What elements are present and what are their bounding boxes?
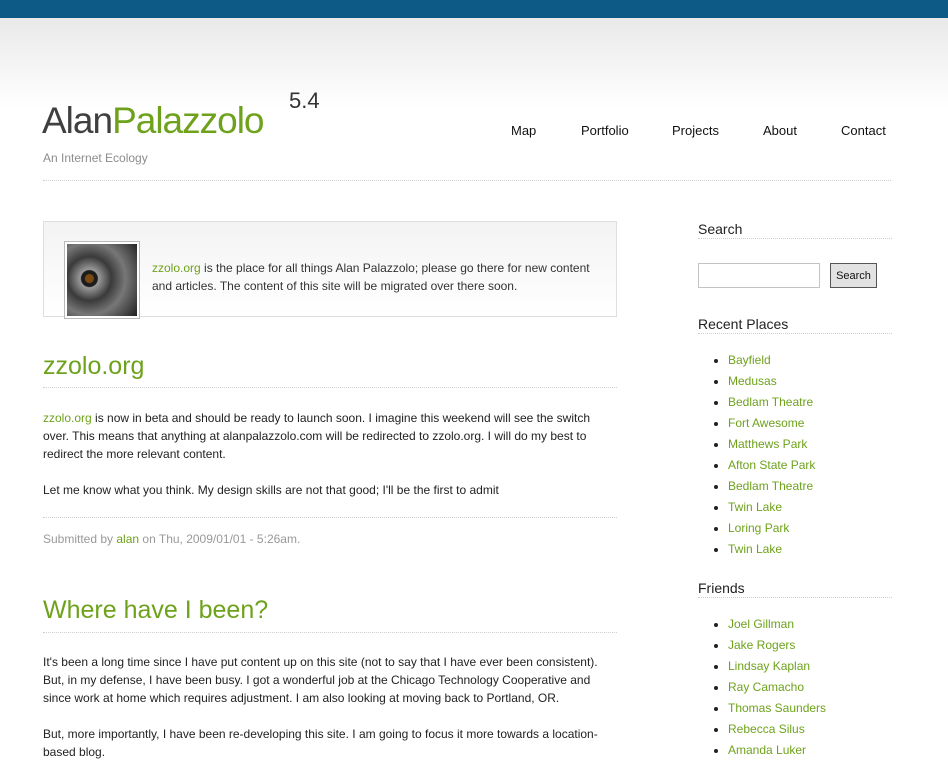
site-title[interactable]: AlanPalazzolo: [42, 100, 265, 142]
header-divider: [43, 180, 891, 181]
post-title-divider: [43, 632, 617, 633]
friends-heading: Friends: [698, 580, 745, 596]
recent-place-item: Loring Park: [713, 518, 815, 539]
recent-place-item-link[interactable]: Twin Lake: [728, 542, 782, 556]
friend-item: Ray Camacho: [713, 677, 826, 698]
recent-place-item: Bedlam Theatre: [713, 392, 815, 413]
friend-item: Thomas Saunders: [713, 698, 826, 719]
search-button[interactable]: Search: [830, 263, 877, 288]
site-version: 5.4: [289, 88, 320, 113]
recent-place-item-link[interactable]: Twin Lake: [728, 500, 782, 514]
friend-item-link[interactable]: Ray Camacho: [728, 680, 804, 694]
post-divider: [43, 517, 617, 518]
friend-item-link[interactable]: Jake Rogers: [728, 638, 795, 652]
friend-item: Amanda Luker: [713, 740, 826, 761]
friend-item-link[interactable]: Thomas Saunders: [728, 701, 826, 715]
friend-item: Jake Rogers: [713, 635, 826, 656]
recent-place-item-link[interactable]: Loring Park: [728, 521, 789, 535]
friend-item: Joel Gillman: [713, 614, 826, 635]
nav-contact[interactable]: Contact: [841, 123, 886, 138]
post-meta: Submitted by alan on Thu, 2009/01/01 - 5…: [43, 532, 301, 546]
recent-place-item: Twin Lake: [713, 497, 815, 518]
friend-item: Rebecca Silus: [713, 719, 826, 740]
intro-box: zzolo.org is the place for all things Al…: [43, 221, 617, 319]
recent-place-item-link[interactable]: Bedlam Theatre: [728, 395, 813, 409]
recent-place-item: Medusas: [713, 371, 815, 392]
friends-divider: [698, 597, 892, 598]
recent-place-item-link[interactable]: Fort Awesome: [728, 416, 804, 430]
site-tagline: An Internet Ecology: [43, 151, 148, 165]
recent-place-item: Matthews Park: [713, 434, 815, 455]
nav-map[interactable]: Map: [511, 123, 536, 138]
post-paragraph: It's been a long time since I have put c…: [43, 655, 598, 705]
post-title-divider: [43, 387, 617, 388]
search-heading-divider: [698, 238, 892, 239]
intro-link[interactable]: zzolo.org: [152, 261, 201, 275]
friend-item-link[interactable]: Amanda Luker: [728, 743, 806, 757]
recent-place-item: Twin Lake: [713, 539, 815, 560]
recent-place-item-link[interactable]: Medusas: [728, 374, 777, 388]
recent-place-item: Bedlam Theatre: [713, 476, 815, 497]
site-title-first: Alan: [42, 100, 113, 141]
post-title[interactable]: Where have I been?: [43, 596, 268, 625]
nav-about[interactable]: About: [763, 123, 797, 138]
friends-list: Joel Gillman Jake Rogers Lindsay Kaplan Ray…: [713, 614, 826, 761]
post-title[interactable]: zzolo.org: [43, 352, 144, 381]
recent-places-list: Bayfield Medusas Bedlam Theatre Fort Awesom…: [713, 350, 815, 560]
search-heading: Search: [698, 221, 743, 237]
recent-places-heading: Recent Places: [698, 316, 789, 332]
intro-text: zzolo.org is the place for all things Al…: [152, 261, 590, 293]
friend-item-link[interactable]: Rebecca Silus: [728, 722, 805, 736]
post-paragraph: Let me know what you think. My design sk…: [43, 483, 499, 497]
author-link[interactable]: alan: [116, 532, 139, 546]
top-bar: [0, 0, 948, 18]
friend-item-link[interactable]: Lindsay Kaplan: [728, 659, 810, 673]
post-paragraph: zzolo.org is now in beta and should be r…: [43, 411, 590, 461]
recent-place-item: Afton State Park: [713, 455, 815, 476]
header-background: [0, 18, 948, 108]
recent-place-item: Bayfield: [713, 350, 815, 371]
search-input[interactable]: [698, 263, 820, 288]
post-paragraph: But, more importantly, I have been re-de…: [43, 727, 598, 759]
recent-place-item-link[interactable]: Bedlam Theatre: [728, 479, 813, 493]
friend-item-link[interactable]: Joel Gillman: [728, 617, 794, 631]
profile-photo: [64, 241, 140, 319]
recent-place-item-link[interactable]: Bayfield: [728, 353, 771, 367]
friend-item: Lindsay Kaplan: [713, 656, 826, 677]
recent-places-divider: [698, 333, 892, 334]
recent-place-item-link[interactable]: Afton State Park: [728, 458, 815, 472]
nav-projects[interactable]: Projects: [672, 123, 719, 138]
post-link[interactable]: zzolo.org: [43, 411, 92, 425]
recent-place-item-link[interactable]: Matthews Park: [728, 437, 807, 451]
site-title-last: Palazzolo: [112, 100, 264, 141]
recent-place-item: Fort Awesome: [713, 413, 815, 434]
nav-portfolio[interactable]: Portfolio: [581, 123, 629, 138]
